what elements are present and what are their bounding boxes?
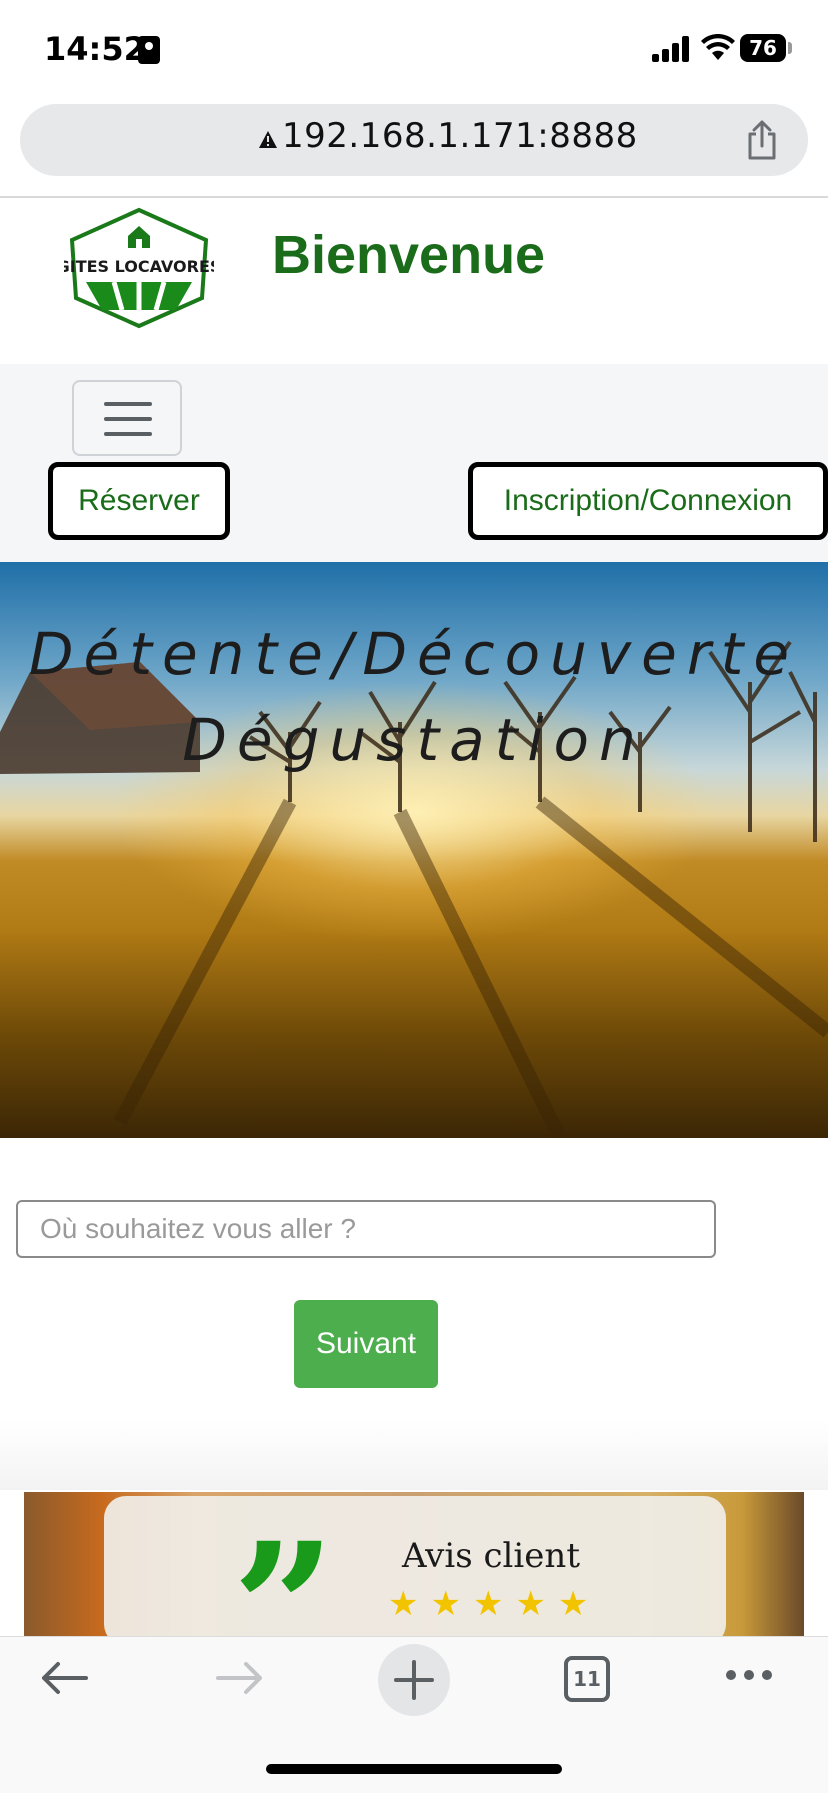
address-divider: [0, 196, 828, 198]
quote-icon: ”: [232, 1520, 336, 1640]
wifi-icon: [701, 34, 735, 60]
star-rating: ★★★★★: [388, 1584, 601, 1624]
menu-toggle-button[interactable]: [72, 380, 182, 456]
plus-icon: [394, 1660, 434, 1700]
signup-login-button[interactable]: Inscription/Connexion: [468, 462, 828, 540]
new-tab-button[interactable]: [378, 1644, 450, 1716]
hamburger-icon: [104, 402, 152, 406]
gites-locavores-logo[interactable]: GITES LOCAVORES: [64, 206, 214, 330]
share-icon[interactable]: [744, 118, 780, 162]
url-text[interactable]: 192.168.1.171:8888: [282, 116, 638, 156]
next-button[interactable]: Suivant: [294, 1300, 438, 1388]
cellular-signal-icon: [652, 36, 692, 62]
home-indicator: [266, 1764, 562, 1774]
tab-count-button[interactable]: 11: [564, 1656, 610, 1702]
battery-tip: [788, 42, 792, 54]
destination-search-input[interactable]: [16, 1200, 716, 1258]
more-options-icon[interactable]: [724, 1668, 774, 1682]
battery-icon: 76: [740, 34, 786, 62]
review-title: Avis client: [402, 1536, 580, 1576]
reserve-button[interactable]: Réserver: [48, 462, 230, 540]
warning-triangle-icon: [259, 131, 277, 148]
hero-heading-line1: Détente/Découverte: [28, 620, 800, 688]
hero-heading-line2: Dégustation: [182, 706, 646, 774]
forward-arrow-icon[interactable]: [214, 1660, 266, 1696]
logo-text: GITES LOCAVORES: [64, 257, 214, 276]
page-title: Bienvenue: [272, 225, 546, 285]
section-separator: [0, 1420, 828, 1490]
status-time: 14:52: [44, 30, 146, 68]
hero-banner: Détente/Découverte Dégustation: [0, 562, 828, 1138]
contact-card-icon: [138, 36, 160, 64]
back-arrow-icon[interactable]: [38, 1660, 90, 1696]
